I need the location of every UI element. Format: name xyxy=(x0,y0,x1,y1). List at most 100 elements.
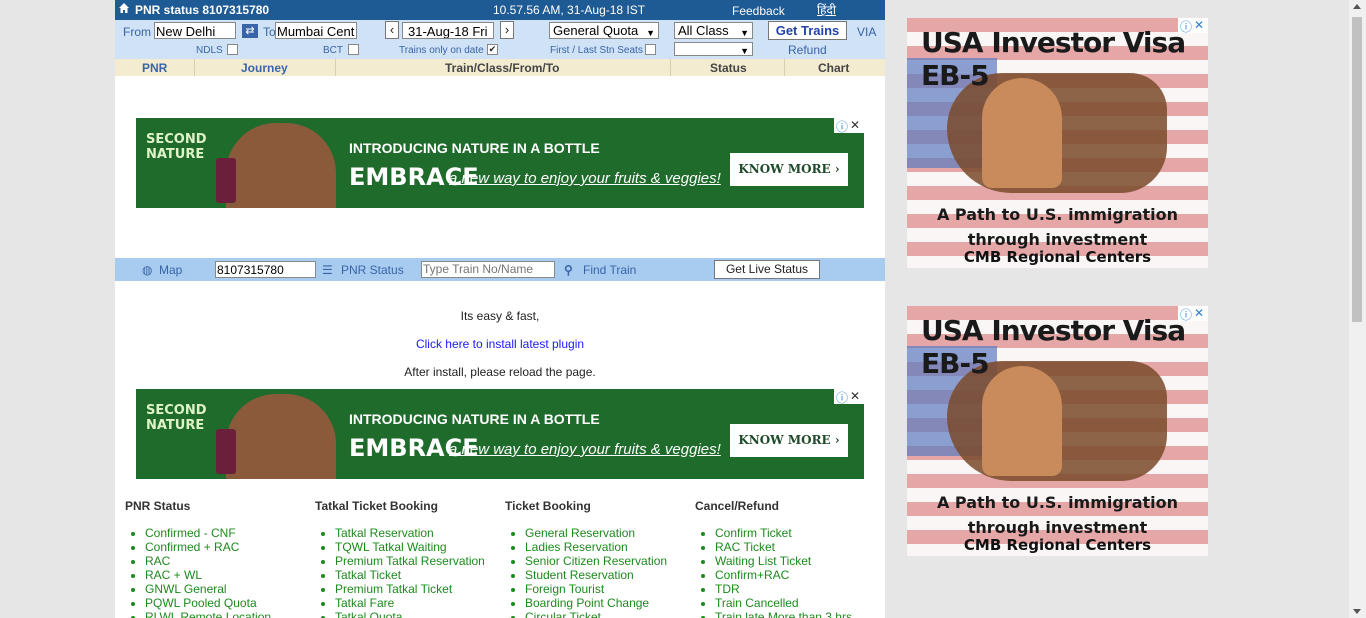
date-input[interactable]: 31-Aug-18 Fri xyxy=(402,22,494,39)
list-item[interactable]: Senior Citizen Reservation xyxy=(525,554,695,568)
feedback-link[interactable]: Feedback xyxy=(732,4,785,18)
list-item[interactable]: RLWL Remote Location xyxy=(145,610,315,618)
info-icon[interactable]: ⓘ xyxy=(1180,306,1192,323)
ad-banner-top[interactable]: SECOND NATURE INTRODUCING NATURE IN A BO… xyxy=(136,118,864,208)
ad-controls: ⓘ ✕ xyxy=(834,118,864,135)
ad-know-more-button[interactable]: KNOW MORE › xyxy=(730,424,848,457)
list-item[interactable]: RAC Ticket xyxy=(715,540,885,554)
scroll-up-icon[interactable] xyxy=(1353,4,1361,9)
list-item[interactable]: Tatkal Ticket xyxy=(335,568,505,582)
refund-link[interactable]: Refund xyxy=(788,43,827,57)
list-item[interactable]: GNWL General xyxy=(145,582,315,596)
column-heading: Ticket Booking xyxy=(505,499,591,513)
col-pnr[interactable]: PNR xyxy=(142,61,167,75)
side-ad-bottom[interactable]: USA Investor Visa EB-5 A Path to U.S. im… xyxy=(907,306,1208,556)
list-item[interactable]: Premium Tatkal Reservation xyxy=(335,554,505,568)
list-item[interactable]: RAC + WL xyxy=(145,568,315,582)
scrollbar-thumb[interactable] xyxy=(1352,17,1362,322)
map-link[interactable]: Map xyxy=(159,263,182,277)
close-icon[interactable]: ✕ xyxy=(850,389,860,403)
list-item[interactable]: Confirm Ticket xyxy=(715,526,885,540)
from-input[interactable]: New Delhi xyxy=(154,22,236,39)
to-code-checkbox[interactable] xyxy=(348,44,359,55)
globe-icon[interactable]: ◍ xyxy=(142,263,152,277)
berth-select[interactable]: ▼ xyxy=(674,42,753,56)
trains-only-checkbox[interactable]: ✔ xyxy=(487,44,498,55)
first-last-checkbox[interactable] xyxy=(645,44,656,55)
from-label: From xyxy=(123,25,151,39)
main-panel: PNR status 8107315780 10.57.56 AM, 31-Au… xyxy=(115,0,885,618)
tagline-line1: A Path to U.S. immigration xyxy=(936,205,1179,224)
list-item[interactable]: Tatkal Fare xyxy=(335,596,505,610)
ad-banner-bottom[interactable]: SECOND NATURE INTRODUCING NATURE IN A BO… xyxy=(136,389,864,479)
via-link[interactable]: VIA xyxy=(857,25,876,39)
col-chart: Chart xyxy=(818,61,850,75)
prev-date-button[interactable]: ‹ xyxy=(385,21,399,39)
child-image xyxy=(982,78,1062,188)
to-input[interactable]: Mumbai Cent xyxy=(275,22,357,39)
close-icon[interactable]: ✕ xyxy=(1194,18,1204,32)
ad-bottle-image xyxy=(216,158,236,203)
pnr-input[interactable]: 8107315780 xyxy=(215,261,316,278)
ad-tagline: a new way to enjoy your fruits & veggies… xyxy=(449,441,721,458)
swap-icon[interactable]: ⇄ xyxy=(242,24,258,38)
quick-toolbar: ◍ Map 8107315780 ☰ PNR Status ⚲ Find Tra… xyxy=(115,258,885,281)
divider xyxy=(784,59,785,76)
page-scrollbar[interactable] xyxy=(1349,0,1366,618)
list-item[interactable]: Boarding Point Change xyxy=(525,596,695,610)
info-icon[interactable]: ⓘ xyxy=(836,118,848,135)
scroll-down-icon[interactable] xyxy=(1353,609,1361,614)
train-search-input[interactable] xyxy=(421,261,555,278)
list-item[interactable]: Tatkal Quota xyxy=(335,610,505,618)
list-item[interactable]: Circular Ticket xyxy=(525,610,695,618)
info-icon[interactable]: ⓘ xyxy=(1180,18,1192,35)
list-item[interactable]: TDR xyxy=(715,582,885,596)
list-item[interactable]: Train late More than 3 hrs xyxy=(715,610,885,618)
list-item[interactable]: Student Reservation xyxy=(525,568,695,582)
list-item[interactable]: Ladies Reservation xyxy=(525,540,695,554)
close-icon[interactable]: ✕ xyxy=(1194,306,1204,320)
list-item[interactable]: Tatkal Reservation xyxy=(335,526,505,540)
pnr-status-button[interactable]: PNR Status xyxy=(341,263,404,277)
close-icon[interactable]: ✕ xyxy=(850,118,860,132)
ad-logo: SECOND NATURE xyxy=(146,132,207,162)
info-icon[interactable]: ⓘ xyxy=(836,389,848,406)
list-item[interactable]: Premium Tatkal Ticket xyxy=(335,582,505,596)
from-code: NDLS xyxy=(196,45,223,56)
install-plugin-link[interactable]: Click here to install latest plugin xyxy=(416,337,584,351)
top-bar: PNR status 8107315780 10.57.56 AM, 31-Au… xyxy=(115,0,885,20)
col-status: Status xyxy=(710,61,747,75)
easy-text: Its easy & fast, xyxy=(460,309,540,323)
hindi-link[interactable]: हिंदी xyxy=(817,1,836,18)
col-train: Train/Class/From/To xyxy=(445,61,560,75)
list-item[interactable]: Confirm+RAC xyxy=(715,568,885,582)
list-item[interactable]: Confirmed - CNF xyxy=(145,526,315,540)
list-item[interactable]: Train Cancelled xyxy=(715,596,885,610)
ad-person-image xyxy=(226,394,336,479)
side-ad-headline: USA Investor Visa EB-5 xyxy=(921,26,1186,92)
ad-controls: ⓘ ✕ xyxy=(1178,306,1208,323)
child-image xyxy=(982,366,1062,476)
list-item[interactable]: RAC xyxy=(145,554,315,568)
class-select[interactable]: All Class ▼ xyxy=(674,22,753,39)
list-icon: ☰ xyxy=(322,263,333,277)
cancel-refund-column: Cancel/Refund Confirm Ticket RAC Ticket … xyxy=(695,499,885,618)
list-item[interactable]: General Reservation xyxy=(525,526,695,540)
list-item[interactable]: TQWL Tatkal Waiting xyxy=(335,540,505,554)
next-date-button[interactable]: › xyxy=(500,21,514,39)
col-journey[interactable]: Journey xyxy=(241,61,288,75)
list-item[interactable]: Waiting List Ticket xyxy=(715,554,885,568)
side-ad-top[interactable]: USA Investor Visa EB-5 A Path to U.S. im… xyxy=(907,18,1208,268)
ad-headline: INTRODUCING NATURE IN A BOTTLE xyxy=(349,140,600,156)
list-item[interactable]: PQWL Pooled Quota xyxy=(145,596,315,610)
ad-know-more-button[interactable]: KNOW MORE › xyxy=(730,153,848,186)
quota-select[interactable]: General Quota ▼ xyxy=(549,22,659,39)
from-code-checkbox[interactable] xyxy=(227,44,238,55)
side-ad-company: CMB Regional Centers xyxy=(963,248,1152,266)
home-icon[interactable] xyxy=(119,3,129,13)
list-item[interactable]: Confirmed + RAC xyxy=(145,540,315,554)
live-status-button[interactable]: Get Live Status xyxy=(714,260,820,279)
list-item[interactable]: Foreign Tourist xyxy=(525,582,695,596)
get-trains-button[interactable]: Get Trains xyxy=(768,21,847,40)
find-train-button[interactable]: Find Train xyxy=(583,263,636,277)
